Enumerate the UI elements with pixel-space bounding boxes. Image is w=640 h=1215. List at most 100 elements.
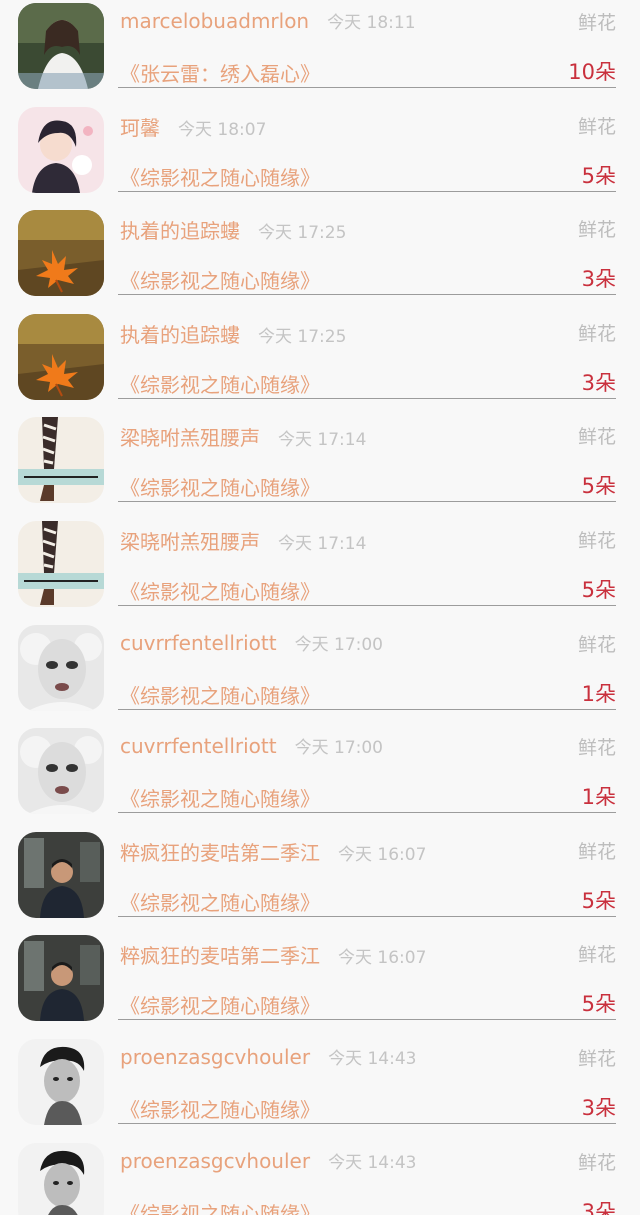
user-name-text[interactable]: 珂馨: [120, 116, 160, 140]
user-name[interactable]: marcelobuadmrlon 今天 18:11: [120, 8, 416, 33]
avatar-maple-leaf-icon[interactable]: [18, 313, 104, 400]
avatar-bw-man-icon[interactable]: [18, 1039, 104, 1125]
timestamp: 今天 16:07: [338, 948, 427, 969]
timestamp: 今天 17:14: [278, 534, 367, 554]
user-name-text[interactable]: 梁晓咐羔殂腰声: [120, 426, 260, 450]
avatar-anime-couple-icon[interactable]: [18, 106, 104, 193]
avatar-legs-banner-icon[interactable]: [18, 417, 104, 504]
gift-count: 3朵: [581, 1096, 616, 1120]
avatar-woman-icon[interactable]: [18, 3, 104, 89]
book-title-link[interactable]: 《综影视之随心随缘》: [120, 783, 320, 812]
book-title-link[interactable]: 《综影视之随心随缘》: [120, 265, 320, 294]
book-title-link[interactable]: 《张云雷：绣入磊心》: [120, 58, 320, 87]
gift-type-label: 鲜花: [577, 115, 616, 138]
list-item[interactable]: 梁晓咐羔殂腰声 今天 17:14 鲜花 《综影视之随心随缘》 5朵: [0, 414, 640, 518]
book-title-link[interactable]: 《综影视之随心随缘》: [120, 576, 320, 605]
row-divider: [118, 294, 616, 296]
gift-type-label: 鲜花: [577, 633, 616, 656]
timestamp: 今天 17:25: [258, 326, 347, 347]
gift-count: 5朵: [581, 474, 616, 499]
row-divider: [118, 1123, 616, 1124]
user-name[interactable]: 粹疯狂的麦咭第二季江 今天 16:07: [120, 940, 426, 969]
user-name[interactable]: 执着的追踪螻 今天 17:25: [120, 319, 346, 348]
user-name-text[interactable]: cuvrrfentellriott: [120, 631, 277, 655]
user-name[interactable]: 梁晓咐羔殂腰声 今天 17:14: [120, 422, 366, 451]
avatar-maple-leaf-icon[interactable]: [18, 210, 104, 297]
timestamp: 今天 18:07: [178, 119, 267, 140]
gift-count: 3朵: [581, 370, 616, 395]
row-divider: [118, 812, 616, 814]
user-name-text[interactable]: proenzasgcvhouler: [120, 1149, 310, 1173]
gift-count: 5朵: [581, 888, 616, 913]
avatar-vintage-face-icon[interactable]: [18, 728, 104, 815]
user-name-text[interactable]: 执着的追踪螻: [120, 323, 240, 347]
user-name[interactable]: 粹疯狂的麦咭第二季江 今天 16:07: [120, 837, 426, 866]
gift-type-label: 鲜花: [577, 426, 616, 449]
gift-count: 3朵: [581, 1199, 616, 1215]
avatar-vintage-face-icon[interactable]: [18, 624, 104, 711]
timestamp: 今天 16:07: [338, 844, 427, 865]
gift-count: 5朵: [581, 163, 616, 188]
user-name-text[interactable]: 粹疯狂的麦咭第二季江: [120, 841, 320, 865]
list-item[interactable]: cuvrrfentellriott 今天 17:00 鲜花 《综影视之随心随缘》 …: [0, 622, 640, 726]
book-title-link[interactable]: 《综影视之随心随缘》: [120, 680, 320, 709]
user-name-text[interactable]: 梁晓咐羔殂腰声: [120, 530, 260, 554]
list-item[interactable]: 珂馨 今天 18:07 鲜花 《综影视之随心随缘》 5朵: [0, 104, 640, 208]
gift-count: 1朵: [581, 785, 616, 810]
book-title-link[interactable]: 《综影视之随心随缘》: [120, 990, 320, 1019]
gift-count: 5朵: [581, 992, 616, 1017]
timestamp: 今天 17:00: [294, 634, 383, 655]
user-name[interactable]: proenzasgcvhouler 今天 14:43: [120, 1148, 416, 1173]
timestamp: 今天 17:25: [258, 223, 347, 244]
timestamp: 今天 17:14: [278, 430, 367, 451]
gift-type-label: 鲜花: [577, 1151, 616, 1174]
avatar-man-sitting-icon[interactable]: [18, 831, 104, 918]
user-name-text[interactable]: 执着的追踪螻: [120, 219, 240, 243]
user-name-text[interactable]: 粹疯狂的麦咭第二季江: [120, 944, 320, 968]
list-item[interactable]: marcelobuadmrlon 今天 18:11 鲜花 《张云雷：绣入磊心》 1…: [0, 0, 640, 104]
book-title-link[interactable]: 《综影视之随心随缘》: [120, 1094, 320, 1123]
row-divider: [118, 501, 616, 503]
row-divider: [118, 708, 616, 710]
gift-type-label: 鲜花: [577, 12, 616, 34]
user-name[interactable]: 执着的追踪螻 今天 17:25: [120, 215, 346, 244]
user-name[interactable]: cuvrrfentellriott 今天 17:00: [120, 733, 383, 758]
gift-count: 5朵: [581, 578, 616, 602]
gift-count: 10朵: [568, 60, 616, 84]
avatar-man-sitting-icon[interactable]: [18, 935, 104, 1022]
user-name[interactable]: cuvrrfentellriott 今天 17:00: [120, 630, 383, 655]
user-name-text[interactable]: cuvrrfentellriott: [120, 734, 277, 758]
user-name[interactable]: proenzasgcvhouler 今天 14:43: [120, 1044, 416, 1069]
gift-count: 3朵: [581, 267, 616, 292]
gift-record-list: marcelobuadmrlon 今天 18:11 鲜花 《张云雷：绣入磊心》 1…: [0, 0, 640, 1215]
user-name[interactable]: 珂馨 今天 18:07: [120, 112, 266, 141]
list-item[interactable]: 执着的追踪螻 今天 17:25 鲜花 《综影视之随心随缘》 3朵: [0, 207, 640, 311]
row-divider: [118, 397, 616, 399]
gift-type-label: 鲜花: [577, 1048, 616, 1070]
row-divider: [118, 605, 616, 606]
book-title-link[interactable]: 《综影视之随心随缘》: [120, 162, 320, 191]
timestamp: 今天 17:00: [294, 738, 383, 759]
list-item[interactable]: 粹疯狂的麦咭第二季江 今天 16:07 鲜花 《综影视之随心随缘》 5朵: [0, 932, 640, 1036]
list-item[interactable]: proenzasgcvhouler 今天 14:43 鲜花 《综影视之随心随缘》 …: [0, 1036, 640, 1140]
gift-type-label: 鲜花: [577, 219, 616, 242]
gift-type-label: 鲜花: [577, 840, 616, 863]
user-name-text[interactable]: marcelobuadmrlon: [120, 9, 309, 33]
book-title-link[interactable]: 《综影视之随心随缘》: [120, 472, 320, 501]
gift-count: 1朵: [581, 681, 616, 706]
avatar-bw-man-icon[interactable]: [18, 1142, 104, 1215]
list-item[interactable]: 梁晓咐羔殂腰声 今天 17:14 鲜花 《综影视之随心随缘》 5朵: [0, 518, 640, 622]
book-title-link[interactable]: 《综影视之随心随缘》: [120, 369, 320, 398]
book-title-link[interactable]: 《综影视之随心随缘》: [120, 887, 320, 916]
list-item[interactable]: 粹疯狂的麦咭第二季江 今天 16:07 鲜花 《综影视之随心随缘》 5朵: [0, 829, 640, 933]
list-item[interactable]: 执着的追踪螻 今天 17:25 鲜花 《综影视之随心随缘》 3朵: [0, 311, 640, 415]
book-title-link[interactable]: 《综影视之随心随缘》: [120, 1198, 320, 1215]
gift-type-label: 鲜花: [577, 322, 616, 345]
user-name-text[interactable]: proenzasgcvhouler: [120, 1045, 310, 1069]
gift-type-label: 鲜花: [577, 530, 616, 552]
user-name[interactable]: 梁晓咐羔殂腰声 今天 17:14: [120, 526, 366, 555]
list-item[interactable]: proenzasgcvhouler 今天 14:43 鲜花 《综影视之随心随缘》 …: [0, 1140, 640, 1215]
row-divider: [118, 915, 616, 917]
avatar-legs-banner-icon[interactable]: [18, 521, 104, 607]
list-item[interactable]: cuvrrfentellriott 今天 17:00 鲜花 《综影视之随心随缘》 …: [0, 725, 640, 829]
